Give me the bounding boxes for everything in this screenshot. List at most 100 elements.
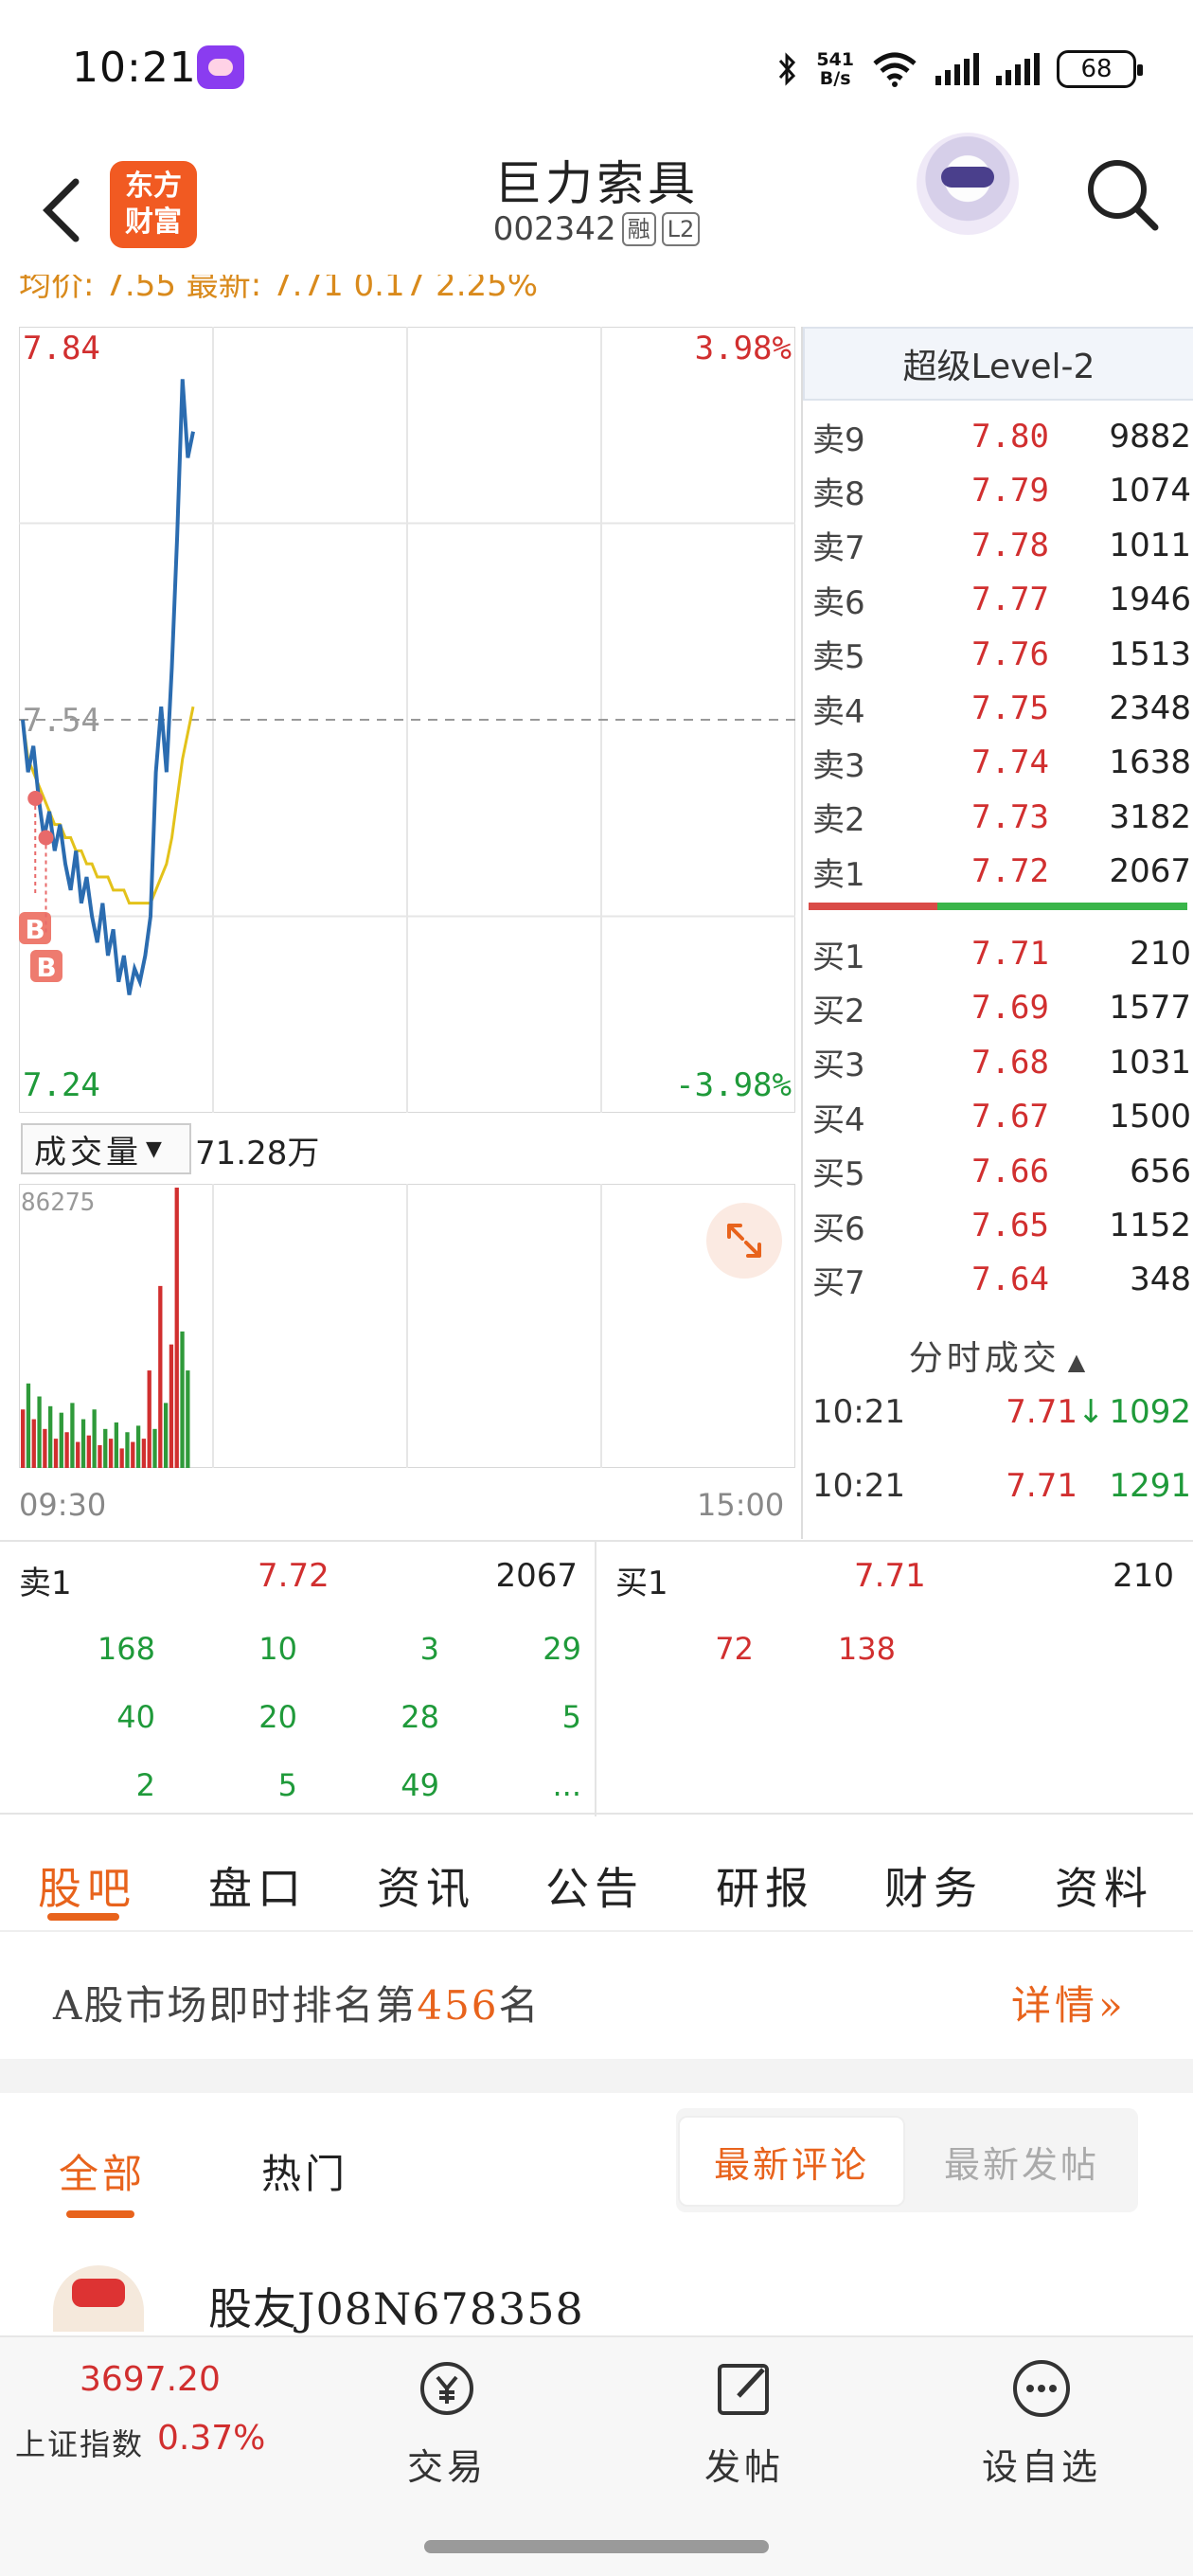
level2-title[interactable]: 超级Level-2 (803, 327, 1193, 401)
tab-item[interactable]: 公告 (545, 1854, 644, 1917)
filter-hot-tab[interactable]: 热门 (261, 2142, 348, 2200)
rank-detail-link[interactable]: 详情» (1011, 1974, 1127, 2031)
rank-suffix: 名 (498, 1982, 541, 2029)
sell-level-row[interactable]: 卖4 7.75 2348 (812, 682, 1191, 735)
post-username[interactable]: 股友J08N678358 (208, 2275, 584, 2337)
tab-item[interactable]: 股吧 (38, 1854, 136, 1917)
sell-level-row[interactable]: 卖7 7.78 1011 (812, 519, 1191, 572)
volume-bar (43, 1428, 47, 1468)
index-change[interactable]: 0.37% (157, 2419, 265, 2458)
add-watchlist-button[interactable]: 设自选 (966, 2354, 1117, 2490)
tab-item[interactable]: 资料 (1055, 1854, 1153, 1917)
index-value[interactable]: 3697.20 (80, 2360, 221, 2399)
watchlist-label: 设自选 (981, 2446, 1101, 2488)
session-start-label: 09:30 (19, 1487, 107, 1523)
buy-level-row[interactable]: 买1 7.71 210 (812, 927, 1191, 980)
tab-item[interactable]: 盘口 (208, 1854, 307, 1917)
level-volume: 2348 (1109, 689, 1191, 727)
level-volume: 1946 (1109, 581, 1191, 619)
level-price: 7.66 (971, 1152, 1049, 1190)
volume-bar (119, 1448, 124, 1468)
level-price: 7.79 (971, 472, 1049, 510)
intraday-price-chart[interactable]: BB 7.84 7.24 3.98% -3.98% 7.54 (19, 327, 795, 1113)
level-price: 7.76 (971, 635, 1049, 673)
volume-bar (180, 1331, 185, 1468)
app-logo[interactable]: 东方 财富 (110, 161, 197, 248)
trade-yuan-icon (420, 2362, 473, 2415)
sell-level-row[interactable]: 卖6 7.77 1946 (812, 573, 1191, 626)
queue-buy-price: 7.71 (854, 1557, 926, 1595)
buy-ratio (937, 903, 1187, 910)
sell-level-row[interactable]: 卖9 7.80 9882 (812, 410, 1191, 463)
volume-indicator-select[interactable]: 成交量 ▼ (21, 1123, 191, 1174)
buy-level-row[interactable]: 买4 7.67 1500 (812, 1090, 1191, 1143)
sell-level-row[interactable]: 卖1 7.72 2067 (812, 845, 1191, 898)
user-avatar[interactable] (53, 2265, 144, 2332)
trade-label: 交易 (406, 2446, 487, 2488)
tab-item[interactable]: 研报 (716, 1854, 814, 1917)
level-label: 买7 (812, 1263, 865, 1302)
stock-name: 巨力索具 (494, 156, 699, 211)
level-volume: 1577 (1109, 989, 1191, 1028)
volume-chart[interactable]: 86275 (19, 1184, 795, 1468)
order-queue: 卖1 7.72 2067 买1 7.71 210 168 10 3 29 40 20 28 5… (0, 1540, 1193, 1816)
wifi-icon (873, 52, 917, 87)
level-price: 7.71 (971, 935, 1049, 973)
sell-level-row[interactable]: 卖8 7.79 1074 (812, 464, 1191, 517)
level-label: 卖8 (812, 474, 865, 513)
avg-latest-row: 均价: 7.55 最新: 7.71 0.17 2.25% (19, 275, 538, 311)
level-label: 买2 (812, 992, 865, 1030)
sort-latest-comment[interactable]: 最新评论 (678, 2116, 905, 2207)
level-label: 卖7 (812, 529, 865, 568)
expand-chart-button[interactable] (706, 1203, 782, 1279)
sell-level-row[interactable]: 卖3 7.74 1638 (812, 736, 1191, 789)
margin-tag: 融 (621, 212, 656, 246)
level-price: 7.78 (971, 526, 1049, 564)
sell-level-row[interactable]: 卖2 7.73 3182 (812, 791, 1191, 844)
search-button[interactable] (1079, 152, 1165, 237)
sort-latest-post[interactable]: 最新发帖 (907, 2116, 1136, 2207)
buy-level-row[interactable]: 买6 7.65 1152 (812, 1199, 1191, 1252)
level-volume: 1031 (1109, 1043, 1191, 1082)
filter-all-tab[interactable]: 全部 (59, 2142, 146, 2200)
tick-time: 10:21 (812, 1467, 905, 1505)
volume-bar (31, 1419, 36, 1468)
buy-level-row[interactable]: 买5 7.66 656 (812, 1145, 1191, 1198)
market-rank-bar[interactable]: A股市场即时排名第456名 详情» (0, 1932, 1193, 2059)
sell-level-row[interactable]: 卖5 7.76 1513 (812, 628, 1191, 681)
section-gap (0, 2059, 1193, 2093)
level-volume: 3182 (1109, 797, 1191, 836)
volume-bar (103, 1428, 108, 1468)
back-button[interactable] (28, 161, 95, 256)
logo-text-1: 东方 (125, 170, 182, 203)
search-icon (1088, 160, 1159, 231)
queue-buy-order: 138 (837, 1631, 896, 1667)
buy-level-row[interactable]: 买7 7.64 348 (812, 1253, 1191, 1306)
rank-detail-label: 详情 (1011, 1982, 1099, 2029)
tab-item[interactable]: 财务 (884, 1854, 983, 1917)
tick-trades-title[interactable]: 分时成交 ▲ (803, 1331, 1193, 1380)
tick-volume: 1291 (1109, 1467, 1191, 1505)
volume-bar (147, 1370, 151, 1468)
index-name[interactable]: 上证指数 (15, 2421, 144, 2464)
battery-icon: 68 (1057, 50, 1143, 88)
volume-bar (98, 1444, 102, 1468)
net-speed-unit: B/s (819, 68, 851, 89)
new-post-button[interactable]: 发帖 (668, 2354, 820, 2490)
volume-bar (174, 1188, 179, 1468)
buy-level-row[interactable]: 买2 7.69 1577 (812, 981, 1191, 1034)
level-volume: 1074 (1109, 472, 1191, 510)
volume-bar (186, 1370, 190, 1468)
caret-down-icon: ▼ (146, 1136, 166, 1161)
price-max-label: 7.84 (23, 330, 100, 367)
volume-bar (169, 1344, 174, 1468)
queue-sell-order: 168 (97, 1631, 155, 1667)
signal-icon-2 (996, 53, 1040, 85)
home-indicator[interactable] (424, 2540, 769, 2553)
stock-code: 002342 (492, 210, 616, 248)
trade-button[interactable]: 交易 (371, 2354, 523, 2490)
tab-item[interactable]: 资讯 (377, 1854, 475, 1917)
level-price: 7.67 (971, 1098, 1049, 1136)
ai-assistant-avatar[interactable] (917, 133, 1019, 235)
buy-level-row[interactable]: 买3 7.68 1031 (812, 1036, 1191, 1089)
